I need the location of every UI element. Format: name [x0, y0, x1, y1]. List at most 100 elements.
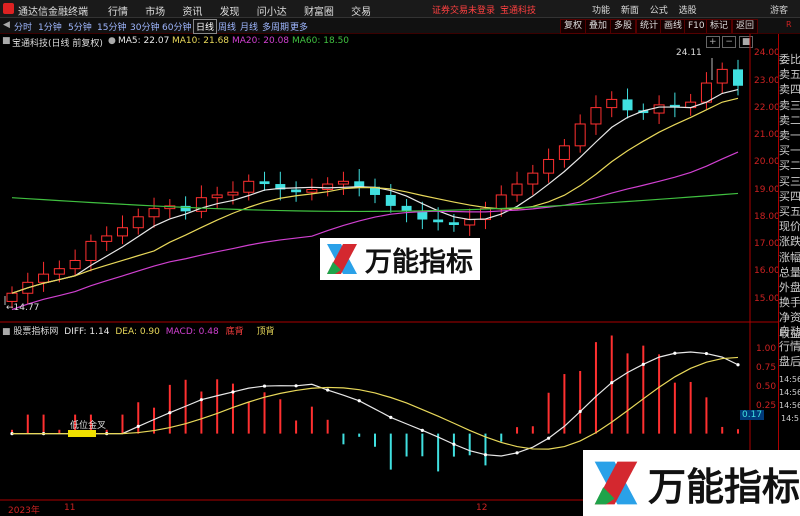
period-day[interactable]: 日线 — [193, 19, 218, 34]
period-timeshare[interactable]: 分时 — [14, 20, 32, 33]
diff-point — [136, 424, 140, 429]
mark-button[interactable]: 标记 — [706, 19, 733, 34]
golden-cross-marker — [68, 430, 96, 437]
candle-body — [606, 98, 618, 109]
quote-field-label: 买一 — [779, 144, 800, 158]
watermark-text: 万能指标 — [365, 246, 473, 278]
x-axis-label: 12 — [476, 503, 488, 513]
login-notice[interactable]: 证券交易未登录 — [432, 3, 495, 16]
menu-item-wealth[interactable]: 财富圈 — [304, 7, 334, 18]
diff-point — [641, 362, 645, 366]
period-1min[interactable]: 1分钟 — [38, 20, 62, 33]
diff-point — [199, 398, 203, 402]
side-mode-label[interactable]: 自动 — [779, 324, 800, 340]
quote-field-label: 买二 — [779, 159, 800, 173]
menu-item-news[interactable]: 资讯 — [182, 7, 202, 18]
diff-point — [294, 384, 298, 388]
price-tick: 22.00 — [754, 103, 780, 113]
overlay-button[interactable]: 叠加 — [585, 19, 612, 34]
stats-button[interactable]: 统计 — [636, 19, 663, 34]
price-tick: 17.00 — [754, 239, 780, 249]
watermark-center: 万能指标 — [320, 238, 480, 280]
app-logo-icon — [3, 3, 14, 14]
diff-point — [547, 436, 551, 440]
diff-legend: DIFF: 1.14 — [64, 327, 110, 337]
price-tick: 15.00 — [754, 294, 780, 304]
user-label[interactable]: 游客 — [770, 3, 788, 16]
period-30min[interactable]: 30分钟 — [130, 20, 159, 33]
quote-field-label: 换手 — [779, 296, 800, 310]
main-menu: 行情 市场 资讯 发现 问小达 财富圈 交易 — [108, 3, 385, 18]
price-tick: 18.00 — [754, 212, 780, 222]
period-60min[interactable]: 60分钟 — [162, 20, 191, 33]
candle-body — [558, 145, 570, 160]
watermark-corner: 万能指标 — [583, 450, 800, 516]
diff-point — [357, 399, 361, 403]
candle-body — [700, 82, 712, 103]
candle-body — [243, 180, 255, 193]
diff-point — [168, 411, 172, 415]
macd-header: ■ 股票指标网 DIFF: 1.14 DEA: 0.90 MACD: 0.48 … — [0, 324, 274, 337]
diff-point — [610, 381, 614, 385]
top-divergence-tag: 顶背 — [256, 327, 275, 337]
candle-body — [464, 219, 476, 226]
menu-item-new[interactable]: 新面 — [621, 6, 639, 16]
candle-body — [574, 123, 586, 147]
candle-body — [322, 183, 334, 190]
period-multi[interactable]: 多周期 — [262, 20, 289, 33]
candle-body — [337, 180, 349, 185]
period-month[interactable]: 月线 — [240, 20, 258, 33]
candle-body — [53, 268, 65, 275]
f10-button[interactable]: F10 — [684, 19, 709, 34]
candle-body — [622, 99, 633, 111]
quote-field-label: 涨幅 — [779, 250, 800, 264]
return-button[interactable]: 返回 — [732, 19, 759, 34]
candle-body — [653, 104, 665, 114]
candle-body — [495, 194, 507, 210]
menu-item-quotes[interactable]: 行情 — [108, 7, 128, 18]
period-15min[interactable]: 15分钟 — [97, 20, 126, 33]
price-tick: 19.00 — [754, 185, 780, 195]
period-week[interactable]: 周线 — [218, 20, 236, 33]
period-5min[interactable]: 5分钟 — [68, 20, 92, 33]
candle-body — [101, 235, 113, 242]
multi-stock-button[interactable]: 多股 — [610, 19, 637, 34]
menu-item-assistant[interactable]: 问小达 — [257, 7, 287, 18]
quote-field-label: 外盘 — [779, 281, 800, 294]
quote-field-label: 涨跌 — [779, 235, 800, 249]
price-tick: 23.00 — [754, 76, 780, 86]
macd-tick: 0.50 — [756, 382, 777, 392]
macd-collapse-icon[interactable]: ■ — [2, 327, 11, 337]
side-mode-label[interactable]: 盘后 — [779, 354, 800, 370]
menu-item-market[interactable]: 市场 — [145, 7, 165, 18]
back-icon[interactable]: ◀ — [3, 20, 10, 30]
candle-body — [590, 107, 602, 125]
period-more[interactable]: 更多 — [290, 20, 308, 33]
candle-body — [733, 69, 743, 86]
adjust-button[interactable]: 复权 — [560, 19, 587, 34]
low-price-label: ←14.77 — [6, 303, 40, 313]
quote-side-panel: 委比 卖五 卖四 卖三 卖二 卖一 买一 买二 买三 买四 买五 现价 涨跌 涨幅 总量 外盘 换手 净资 收益 自… — [778, 34, 800, 516]
menu-item-function[interactable]: 功能 — [592, 6, 610, 16]
app-title: 通达信金融终端 — [18, 7, 88, 18]
candle-body — [385, 194, 396, 206]
candle-body — [543, 158, 555, 174]
candle-body — [211, 194, 223, 199]
menu-item-select-stock[interactable]: 选股 — [679, 6, 697, 16]
candle-body — [116, 227, 128, 237]
macd-tick: 0.75 — [756, 363, 777, 373]
price-tick: 16.00 — [754, 266, 780, 276]
macd-title: 股票指标网 — [13, 327, 59, 337]
menu-item-trade[interactable]: 交易 — [351, 7, 371, 18]
menu-item-formula[interactable]: 公式 — [650, 6, 668, 16]
candle-body — [259, 181, 270, 185]
quote-field-label: 买五 — [779, 205, 800, 218]
diff-point — [704, 351, 709, 356]
diff-point — [452, 442, 456, 446]
draw-line-button[interactable]: 画线 — [660, 19, 687, 34]
menu-item-discover[interactable]: 发现 — [220, 7, 240, 18]
candle-body — [448, 222, 459, 225]
diff-point — [515, 451, 519, 455]
side-mode-label[interactable]: 行情 — [779, 339, 800, 355]
diff-point — [231, 390, 235, 394]
